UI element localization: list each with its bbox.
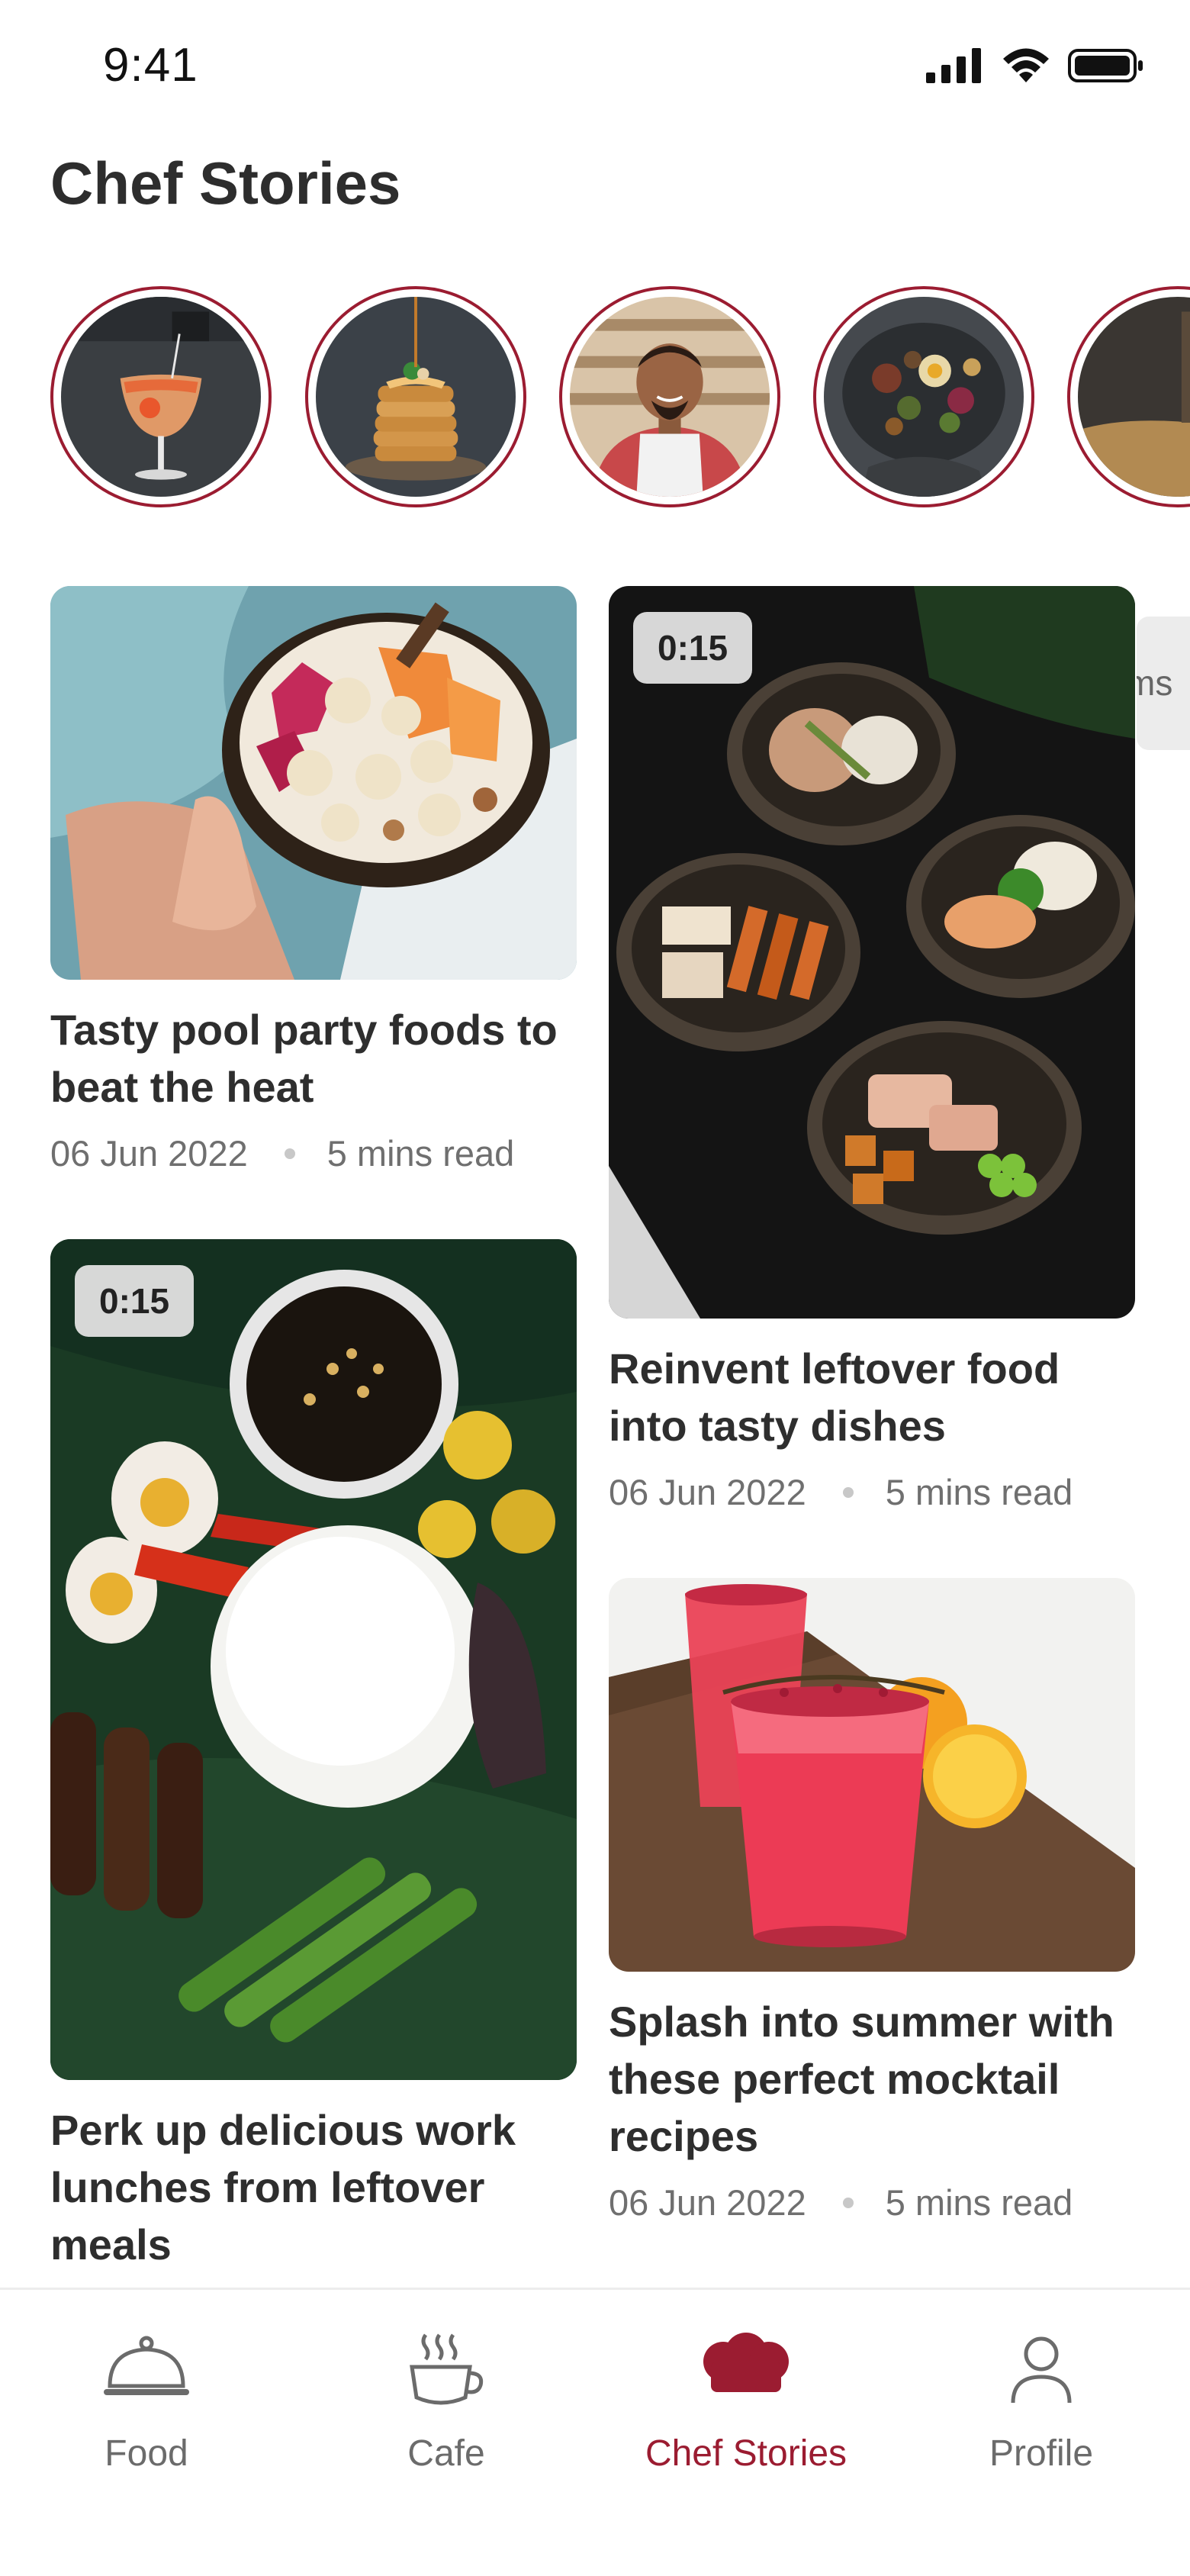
page-title: Chef Stories — [50, 150, 401, 217]
cloche-icon — [104, 2336, 189, 2395]
nav-item-food[interactable]: Food — [32, 2326, 261, 2475]
battery-icon — [1068, 49, 1143, 82]
card-image: 0:15 — [50, 1239, 577, 2080]
person-icon — [1011, 2336, 1072, 2403]
card-date: 06 Jun 2022 — [50, 1133, 248, 1174]
nav-label-chef-stories: Chef Stories — [645, 2433, 847, 2474]
card-meta: 06 Jun 2022 5 mins read — [609, 2182, 1135, 2223]
story-card[interactable]: Splash into summer with these perfect mo… — [609, 1578, 1135, 2223]
stories-carousel[interactable] — [0, 286, 1190, 515]
chef-stories-screen: 9:41 Chef Stories ms Tasty pool party fo… — [0, 0, 1190, 2576]
status-icons — [926, 47, 1144, 84]
partial-story-thumbnail — [1078, 297, 1190, 497]
rice-platter-image — [50, 1239, 577, 2080]
card-title: Tasty pool party foods to beat the heat — [50, 1006, 558, 1111]
card-date: 06 Jun 2022 — [609, 2182, 806, 2223]
status-time: 9:41 — [103, 39, 198, 92]
mocktail-glasses-image — [609, 1578, 1135, 1972]
card-image — [50, 586, 577, 980]
card-image: 0:15 — [609, 586, 1135, 1319]
video-duration-badge: 0:15 — [633, 612, 753, 684]
bottom-navigation: Food Cafe Chef Stories Profile — [0, 2288, 1190, 2576]
story-card[interactable]: Tasty pool party foods to beat the heat … — [50, 586, 577, 1174]
leftover-bowls-image — [609, 586, 1135, 1319]
card-title: Reinvent leftover food into tasty dishes — [609, 1344, 1060, 1450]
story-chef[interactable] — [559, 286, 780, 507]
wifi-icon — [1003, 48, 1049, 82]
nav-item-profile[interactable]: Profile — [927, 2326, 1156, 2475]
coffee-cup-icon — [410, 2333, 484, 2404]
card-meta: 06 Jun 2022 5 mins read — [50, 1132, 577, 1174]
card-date: 06 Jun 2022 — [609, 1472, 806, 1512]
smoothie-bowl-image — [50, 586, 577, 980]
card-meta: 06 Jun 2022 5 mins read — [609, 1471, 1135, 1513]
platter-story-thumbnail — [824, 297, 1024, 497]
card-title: Perk up delicious work lunches from left… — [50, 2106, 516, 2268]
status-bar: 9:41 — [0, 0, 1190, 137]
card-read-time: 5 mins read — [326, 1133, 515, 1174]
cocktail-story-thumbnail — [61, 297, 261, 497]
card-image — [609, 1578, 1135, 1972]
story-card[interactable]: 0:15 Perk up delicious work lunches from… — [50, 1239, 577, 2273]
separator-dot — [842, 1486, 854, 1498]
side-tab[interactable]: ms — [1137, 617, 1190, 750]
card-read-time: 5 mins read — [885, 1472, 1073, 1512]
nav-label-cafe: Cafe — [407, 2433, 485, 2474]
story-pancakes[interactable] — [305, 286, 526, 507]
chef-hat-icon — [703, 2332, 789, 2392]
nav-item-cafe[interactable]: Cafe — [332, 2326, 561, 2475]
story-partial[interactable] — [1067, 286, 1190, 507]
video-duration-badge: 0:15 — [75, 1265, 195, 1337]
cellular-signal-icon — [926, 48, 981, 83]
separator-dot — [842, 2197, 854, 2208]
nav-item-chef-stories[interactable]: Chef Stories — [632, 2326, 860, 2475]
chef-portrait-story-thumbnail — [570, 297, 770, 497]
card-title: Splash into summer with these perfect mo… — [609, 1998, 1114, 2160]
card-read-time: 5 mins read — [885, 2182, 1073, 2223]
nav-label-food: Food — [105, 2433, 188, 2474]
pancake-story-thumbnail — [316, 297, 516, 497]
story-card[interactable]: 0:15 Reinvent leftover food into tasty d… — [609, 586, 1135, 1513]
nav-label-profile: Profile — [989, 2433, 1094, 2474]
separator-dot — [284, 1148, 295, 1159]
story-cocktail[interactable] — [50, 286, 272, 507]
story-platter[interactable] — [813, 286, 1034, 507]
